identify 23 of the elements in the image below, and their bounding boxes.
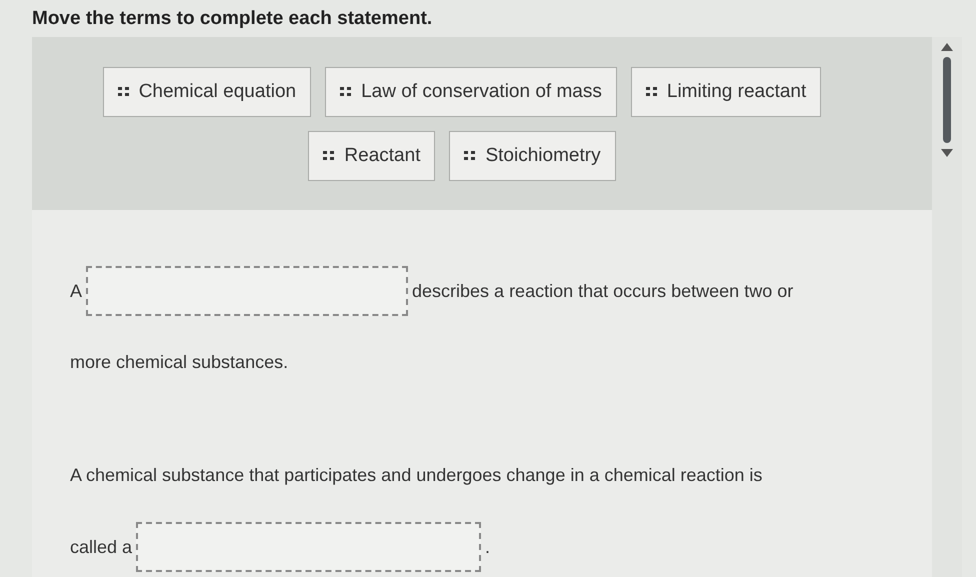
statement-text: . [485, 536, 490, 558]
statement-text: A [70, 280, 82, 302]
grip-icon [323, 151, 334, 160]
grip-icon [340, 87, 352, 96]
term-chip[interactable]: Reactant [308, 130, 436, 180]
statement-text: A chemical substance that participates and undergoes change in a chemical reaction is [70, 465, 762, 486]
scroll-up-icon[interactable] [941, 43, 953, 51]
term-chip[interactable]: Limiting reactant [630, 66, 822, 116]
statement-text: called a [70, 536, 132, 558]
drop-zone[interactable] [136, 522, 482, 572]
statement-text: describes a reaction that occurs between two or [412, 280, 794, 302]
term-chip[interactable]: Law of conservation of mass [325, 66, 617, 116]
term-chip[interactable]: Chemical equation [102, 66, 312, 116]
grip-icon [118, 87, 129, 96]
term-chip[interactable]: Stoichiometry [449, 130, 616, 180]
instruction-text: Move the terms to complete each statement. [31, 7, 434, 31]
scroll-down-icon[interactable] [941, 149, 953, 157]
scroll-thumb[interactable] [943, 57, 951, 143]
scrollbar[interactable] [932, 37, 962, 577]
grip-icon [464, 151, 476, 160]
grip-icon [646, 87, 657, 96]
statement-text: more chemical substances. [70, 352, 288, 373]
drop-zone[interactable] [86, 266, 408, 316]
